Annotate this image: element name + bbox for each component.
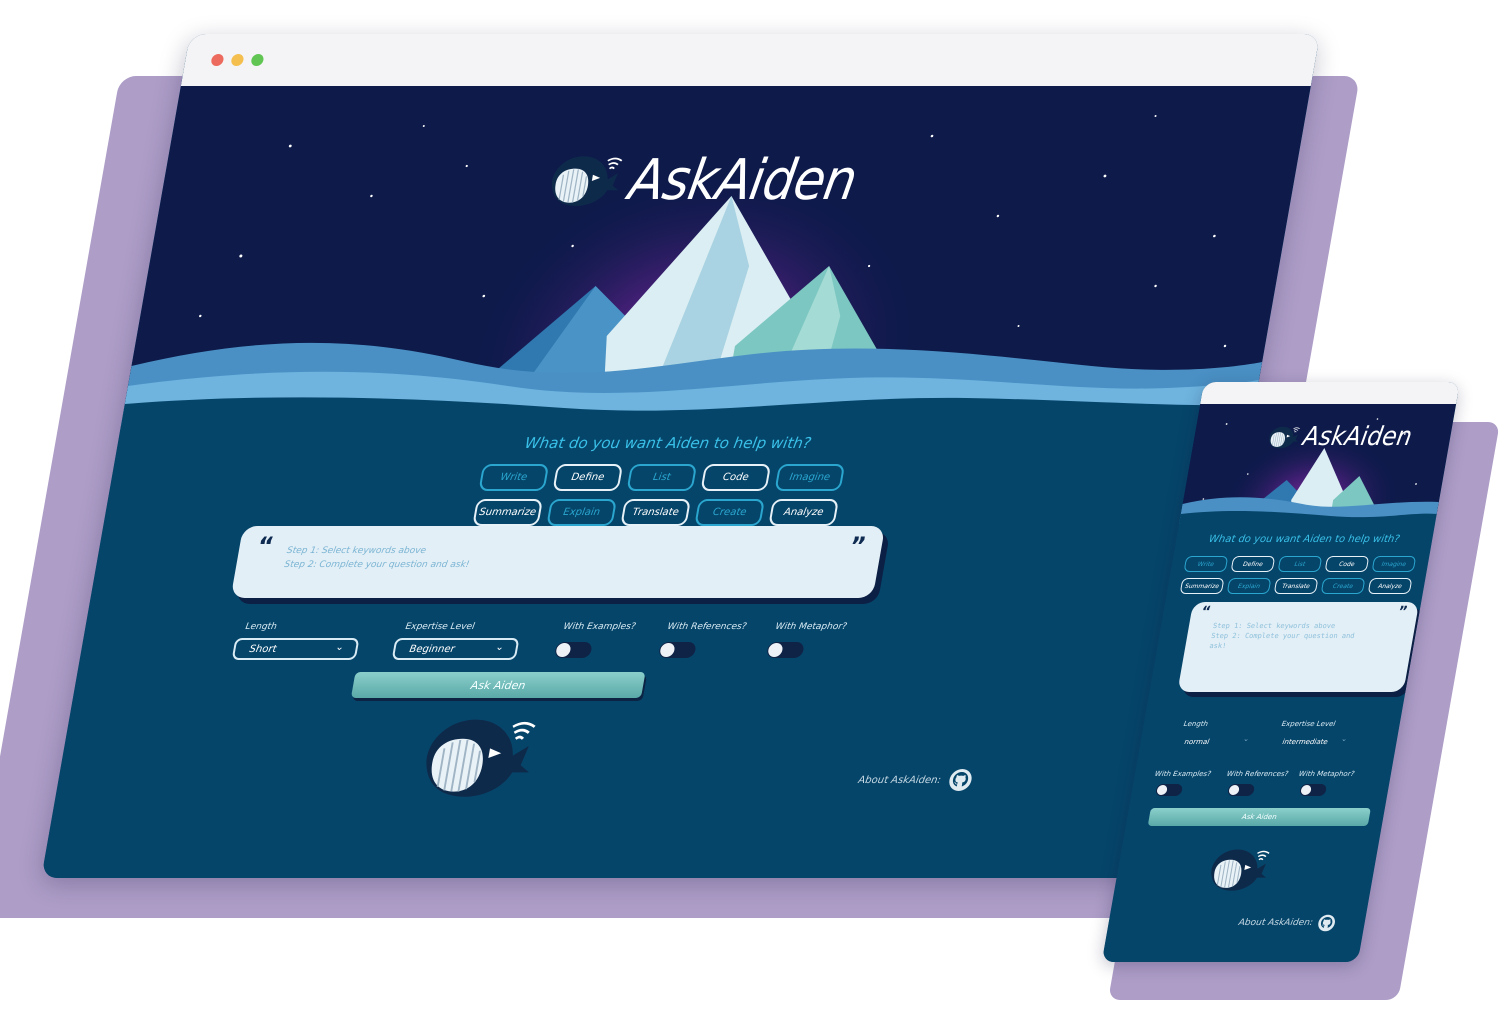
- whale-mascot-icon: [1207, 848, 1272, 892]
- desktop-keyword-imagine[interactable]: Imagine: [774, 464, 846, 491]
- references-label: With References?: [666, 622, 748, 632]
- browser-chrome: [180, 34, 1320, 86]
- desktop-keyword-write[interactable]: Write: [478, 464, 550, 491]
- keyword-buttons: Write Define List Code Imagine Summarize Expl…: [392, 464, 924, 534]
- about-label: About AskAiden:: [857, 774, 942, 786]
- desktop-window: AskAiden What do you want Aiden to help …: [41, 34, 1320, 878]
- examples-label: With Examples?: [562, 622, 637, 632]
- references-toggle[interactable]: [657, 642, 697, 658]
- about-link[interactable]: About AskAiden:: [856, 768, 975, 792]
- chevron-down-icon: ⌄: [494, 642, 505, 653]
- desktop-keyword-analyze[interactable]: Analyze: [768, 499, 840, 526]
- prompt-heading: What do you want Aiden to help with?: [523, 434, 813, 452]
- desktop-keyword-create[interactable]: Create: [694, 499, 766, 526]
- ask-aiden-button[interactable]: Ask Aiden: [350, 672, 646, 698]
- expertise-label: Expertise Level: [404, 622, 476, 632]
- mobile-keyword-buttons: Write Define List Code Imagine Summarize Expl…: [1166, 556, 1430, 600]
- mobile-chrome: [1200, 382, 1460, 404]
- github-icon[interactable]: [947, 768, 975, 792]
- chevron-down-icon: ⌄: [1340, 735, 1348, 743]
- mobile-references-toggle[interactable]: [1227, 784, 1256, 796]
- length-select[interactable]: Short ⌄: [231, 638, 360, 660]
- expertise-select[interactable]: Beginner ⌄: [391, 638, 520, 660]
- mobile-keyword-translate[interactable]: Translate: [1273, 578, 1319, 594]
- mobile-expertise-label: Expertise Level: [1280, 720, 1337, 728]
- length-label: Length: [244, 622, 278, 632]
- mobile-prompt-heading: What do you want Aiden to help with?: [1207, 534, 1401, 545]
- whale-logo-icon: [546, 154, 626, 207]
- question-input[interactable]: “ ” Step 1: Select keywords above Step 2…: [230, 526, 886, 598]
- mobile-keyword-explain[interactable]: Explain: [1226, 578, 1272, 594]
- whale-mascot-icon: [418, 718, 540, 799]
- mobile-examples-toggle[interactable]: [1155, 784, 1184, 796]
- mobile-length-select[interactable]: normal ⌄: [1175, 734, 1256, 750]
- mobile-references-label: With References?: [1226, 770, 1289, 778]
- chevron-down-icon: ⌄: [334, 642, 345, 653]
- open-quote-icon: “: [255, 532, 276, 560]
- mobile-placeholder-step2: Step 2: Complete your question and: [1210, 632, 1356, 640]
- desktop-screen: AskAiden What do you want Aiden to help …: [41, 86, 1311, 878]
- mobile-placeholder-step1: Step 1: Select keywords above: [1212, 622, 1336, 630]
- expertise-value: Beginner: [408, 643, 456, 655]
- mobile-keyword-summarize[interactable]: Summarize: [1179, 578, 1225, 594]
- open-quote-icon: “: [1200, 604, 1213, 620]
- close-dot[interactable]: [210, 54, 225, 66]
- desktop-keyword-translate[interactable]: Translate: [620, 499, 692, 526]
- mobile-keyword-imagine[interactable]: Imagine: [1371, 556, 1417, 572]
- mobile-expertise-select[interactable]: intermediate ⌄: [1273, 734, 1354, 750]
- mobile-keyword-list[interactable]: List: [1277, 556, 1323, 572]
- mobile-placeholder-step2-cont: ask!: [1208, 642, 1228, 650]
- app-logo: AskAiden: [538, 148, 861, 213]
- placeholder-step2: Step 2: Complete your question and ask!: [283, 560, 471, 570]
- mobile-keyword-define[interactable]: Define: [1230, 556, 1276, 572]
- mobile-keyword-analyze[interactable]: Analyze: [1367, 578, 1413, 594]
- length-value: Short: [248, 643, 278, 655]
- mobile-about-link[interactable]: About AskAiden:: [1237, 914, 1337, 932]
- desktop-keyword-code[interactable]: Code: [700, 464, 772, 491]
- close-quote-icon: ”: [847, 532, 869, 560]
- mobile-ask-aiden-button[interactable]: Ask Aiden: [1147, 808, 1371, 826]
- desktop-keyword-define[interactable]: Define: [552, 464, 624, 491]
- close-quote-icon: ”: [1396, 604, 1409, 620]
- mobile-keyword-code[interactable]: Code: [1324, 556, 1370, 572]
- mobile-length-value: normal: [1183, 738, 1210, 746]
- metaphor-label: With Metaphor?: [774, 622, 848, 632]
- mobile-length-label: Length: [1182, 720, 1209, 728]
- mobile-keyword-create[interactable]: Create: [1320, 578, 1366, 594]
- desktop-keyword-list[interactable]: List: [626, 464, 698, 491]
- mobile-expertise-value: intermediate: [1281, 738, 1329, 746]
- mobile-keyword-write[interactable]: Write: [1183, 556, 1229, 572]
- chevron-down-icon: ⌄: [1242, 735, 1250, 743]
- mobile-examples-label: With Examples?: [1154, 770, 1212, 778]
- whale-logo-icon: [1267, 425, 1302, 449]
- placeholder-step1: Step 1: Select keywords above: [285, 546, 427, 556]
- minimize-dot[interactable]: [230, 54, 245, 66]
- desktop-keyword-explain[interactable]: Explain: [546, 499, 618, 526]
- examples-toggle[interactable]: [553, 642, 593, 658]
- mobile-metaphor-toggle[interactable]: [1299, 784, 1328, 796]
- github-icon[interactable]: [1316, 914, 1337, 932]
- app-title: AskAiden: [624, 148, 862, 213]
- mobile-app-logo: AskAiden: [1264, 422, 1415, 452]
- mobile-metaphor-label: With Metaphor?: [1298, 770, 1356, 778]
- mobile-question-input[interactable]: “ ” Step 1: Select keywords above Step 2…: [1177, 602, 1420, 692]
- mobile-app-title: AskAiden: [1300, 422, 1415, 452]
- metaphor-toggle[interactable]: [765, 642, 805, 658]
- maximize-dot[interactable]: [250, 54, 265, 66]
- mobile-about-label: About AskAiden:: [1237, 918, 1314, 928]
- desktop-keyword-summarize[interactable]: Summarize: [472, 499, 544, 526]
